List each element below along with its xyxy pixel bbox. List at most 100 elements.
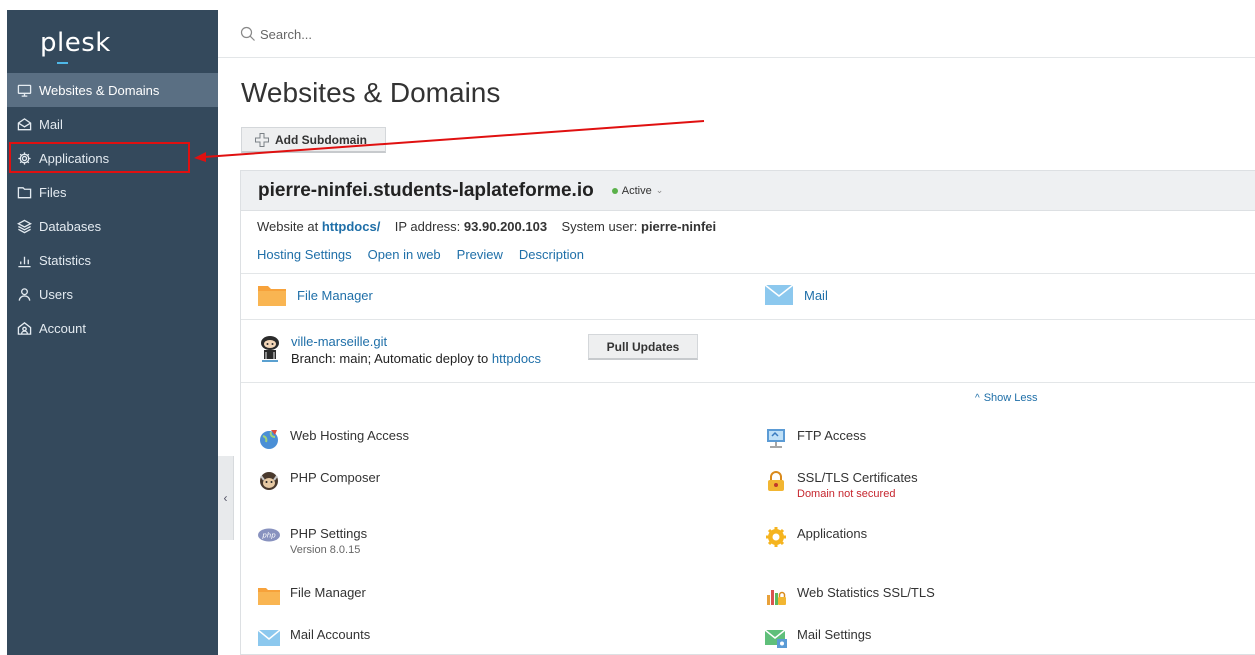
php-settings-tool[interactable]: php PHP Settings Version 8.0.15 [257,526,367,556]
ssl-tls-certificates-tool[interactable]: SSL/TLS Certificates Domain not secured [764,470,918,500]
plesk-window: plesk Websites & Domains Mail Applicatio… [0,0,1255,655]
plesk-logo[interactable]: plesk [40,28,111,58]
sidebar-item-label: Users [39,286,73,302]
mail-accounts-tool[interactable]: Mail Accounts [257,627,370,649]
tool-text: Web Hosting Access [290,428,409,443]
git-details: ville-marseille.git Branch: main; Automa… [291,334,541,366]
gear-icon [766,527,786,547]
web-statistics-tool[interactable]: Web Statistics SSL/TLS [764,585,935,607]
envelope-icon [764,284,794,305]
folder-icon [258,588,280,605]
tool-text: PHP Settings Version 8.0.15 [290,526,367,556]
pull-updates-button[interactable]: Pull Updates [588,334,698,360]
divider [241,382,1255,383]
php-composer-icon [260,472,278,490]
sidebar-item-applications[interactable]: Applications [7,141,218,175]
mail-quick[interactable]: Mail [764,282,828,308]
tool-text: Web Statistics SSL/TLS [797,585,935,600]
account-icon [15,320,33,336]
sidebar-item-label: Databases [39,218,102,234]
web-hosting-access-tool[interactable]: Web Hosting Access [257,428,409,450]
file-manager-quick[interactable]: File Manager [257,282,373,308]
mail-settings-tool[interactable]: Mail Settings [764,627,871,649]
ftp-access-tool[interactable]: FTP Access [764,428,866,450]
tool-label: SSL/TLS Certificates [797,470,918,485]
status-dropdown[interactable]: Active ⌄ [611,185,664,197]
sidebar-item-databases[interactable]: Databases [7,209,218,243]
php-icon: php [258,528,280,542]
sidebar-item-label: Account [39,320,86,336]
preview-link[interactable]: Preview [457,247,503,262]
mail-link: Mail [804,287,828,303]
ip-label: IP address: [394,219,461,234]
tool-label: Applications [797,526,868,541]
sidebar-item-account[interactable]: Account [7,311,218,345]
tool-text: Mail Settings [797,627,871,642]
tool-label: PHP Settings [290,526,368,541]
git-repo-link[interactable]: ville-marseille.git [291,334,541,349]
chevron-up-icon: ^ [975,392,980,404]
tool-text: Mail Accounts [290,627,370,642]
sidebar-item-users[interactable]: Users [7,277,218,311]
hosting-settings-link[interactable]: Hosting Settings [257,247,352,262]
sidebar-item-websites-domains[interactable]: Websites & Domains [7,73,218,107]
file-manager-link: File Manager [297,287,373,303]
website-at-label: Website at [257,219,319,234]
gear-icon [15,150,33,166]
domain-info: Website at httpdocs/ IP address: 93.90.2… [257,219,716,234]
open-in-web-link[interactable]: Open in web [368,247,441,262]
tool-label: Web Hosting Access [290,428,409,443]
sidebar-item-files[interactable]: Files [7,175,218,209]
bar-chart-icon [15,252,33,268]
tool-text: FTP Access [797,428,866,443]
folder-icon [258,286,286,306]
folder-icon [15,184,33,200]
sidebar-item-label: Applications [39,150,110,166]
user-icon [15,286,33,302]
plus-icon [255,132,269,147]
tool-label: Web Statistics SSL/TLS [797,585,935,600]
mail-icon [15,116,33,132]
deploy-target-link[interactable]: httpdocs [492,351,541,366]
description-link[interactable]: Description [519,247,584,262]
domain-name[interactable]: pierre-ninfei.students-laplateforme.io [258,180,594,202]
sidebar-item-statistics[interactable]: Statistics [7,243,218,277]
ssl-warning: Domain not secured [797,488,896,500]
sidebar-item-label: Mail [39,116,63,132]
github-octocat-icon [261,336,279,362]
applications-tool[interactable]: Applications [764,526,867,548]
tool-text: File Manager [290,585,366,600]
sidebar: plesk Websites & Domains Mail Applicatio… [7,10,218,655]
stats-lock-icon [767,590,786,605]
sidebar-collapse-handle[interactable]: ‹ [218,456,234,540]
database-icon [15,218,33,234]
system-user: pierre-ninfei [641,219,717,234]
php-composer-tool[interactable]: PHP Composer [257,470,380,492]
domain-card: pierre-ninfei.students-laplateforme.io A… [240,170,1255,655]
sidebar-item-mail[interactable]: Mail [7,107,218,141]
add-subdomain-label: Add Subdomain [275,132,367,147]
tool-label: Mail Settings [797,627,872,642]
logo-accent [57,62,68,64]
website-path-link[interactable]: httpdocs/ [322,219,381,234]
system-user-label: System user: [561,219,638,234]
add-subdomain-button[interactable]: Add Subdomain [241,127,386,153]
chevron-left-icon: ‹ [223,491,228,505]
show-less-toggle[interactable]: ^ Show Less [975,392,1038,404]
tool-label: PHP Composer [290,470,381,485]
tool-label: FTP Access [797,428,867,443]
ip-address: 93.90.200.103 [463,219,548,234]
domain-header: pierre-ninfei.students-laplateforme.io A… [241,171,1255,211]
status-dot-icon [611,187,618,194]
mail-settings-icon [764,629,787,648]
svg-text:php: php [261,532,276,540]
search-input[interactable] [260,22,660,46]
top-bar [218,10,1255,58]
chevron-down-icon: ⌄ [655,185,664,195]
tool-text: PHP Composer [290,470,380,485]
git-repository: ville-marseille.git Branch: main; Automa… [257,334,541,366]
file-manager-tool[interactable]: File Manager [257,585,366,607]
divider [241,273,1255,274]
domain-links: Hosting Settings Open in web Preview Des… [257,247,584,262]
web-hosting-globe-icon [260,430,278,449]
